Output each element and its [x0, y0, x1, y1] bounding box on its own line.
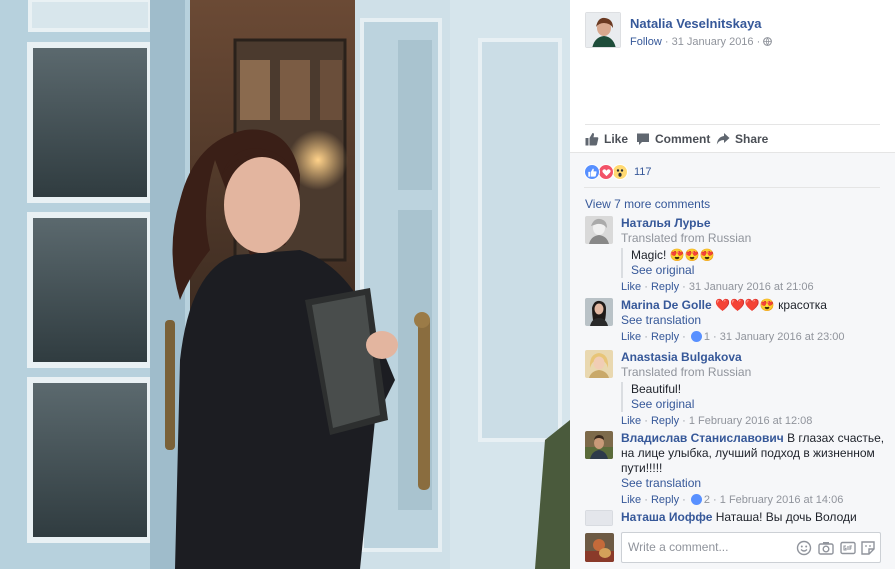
- see-translation-link[interactable]: See translation: [621, 313, 885, 328]
- reactions-summary[interactable]: 117: [584, 163, 652, 181]
- post-meta: Follow · 31 January 2016 ·: [630, 36, 773, 48]
- translated-quote: Magic! 😍😍😍 See original: [621, 248, 885, 278]
- meta-separator: ·: [664, 36, 672, 48]
- commenter-avatar[interactable]: [585, 298, 613, 326]
- comment-input[interactable]: [628, 540, 788, 554]
- comment-like-link[interactable]: Like: [621, 415, 641, 427]
- comment-reply-link[interactable]: Reply: [651, 331, 679, 343]
- see-translation-link[interactable]: See translation: [621, 476, 885, 491]
- post-photo[interactable]: [0, 0, 570, 569]
- gif-icon[interactable]: [840, 540, 856, 556]
- reactions-count[interactable]: 117: [634, 166, 652, 178]
- post-sidebar: Natalia Veselnitskaya Follow · 31 Januar…: [570, 0, 895, 569]
- like-count-icon: [690, 331, 702, 342]
- post-header: Natalia Veselnitskaya Follow · 31 Januar…: [585, 12, 885, 52]
- emoji-icon[interactable]: [796, 540, 812, 556]
- photo-image: [0, 0, 570, 569]
- comment-date[interactable]: 31 January 2016 at 23:00: [720, 331, 845, 343]
- comment-body: Владислав Станиславович В глазах счастье…: [621, 431, 885, 508]
- comment-label: Comment: [655, 132, 711, 146]
- comment-reply-link[interactable]: Reply: [651, 281, 679, 293]
- comment-body: Наталья Лурье Translated from Russian Ma…: [621, 216, 885, 295]
- see-original-link[interactable]: See original: [631, 397, 885, 412]
- commenter-name[interactable]: Наталья Лурье: [621, 216, 711, 230]
- translated-note: Translated from Russian: [621, 231, 752, 245]
- comment-body: Anastasia Bulgakova Translated from Russ…: [621, 350, 885, 429]
- comment-footer: Like · Reply · 1 · 31 January 2016 at 23…: [621, 331, 845, 343]
- share-button[interactable]: Share: [716, 132, 768, 146]
- share-icon: [716, 133, 730, 145]
- commenter-name[interactable]: Наташа Иоффе: [621, 510, 712, 524]
- commenter-avatar[interactable]: [585, 510, 613, 526]
- commenter-avatar[interactable]: [585, 216, 613, 244]
- comment-footer: Like · Reply · 2 · 1 February 2016 at 14…: [621, 494, 844, 506]
- like-label: Like: [604, 132, 629, 146]
- share-label: Share: [735, 132, 769, 146]
- comment-text: Magic! 😍😍😍: [631, 248, 715, 262]
- comment-reply-link[interactable]: Reply: [651, 415, 679, 427]
- comment-date[interactable]: 31 January 2016 at 21:06: [689, 281, 814, 293]
- like-reaction-icon: [584, 164, 600, 180]
- comment-body: Наташа Иоффе Наташа! Вы дочь Володи: [621, 510, 885, 525]
- comment-icon: [637, 133, 649, 145]
- like-count-icon: [690, 494, 702, 505]
- translated-quote: Beautiful! See original: [621, 382, 885, 412]
- thumbs-up-icon: [585, 132, 599, 146]
- love-reaction-icon: [598, 164, 614, 180]
- commenter-name[interactable]: Владислав Станиславович: [621, 431, 784, 445]
- comment-like-link[interactable]: Like: [621, 331, 641, 343]
- view-more-comments-link[interactable]: View 7 more comments: [585, 197, 710, 211]
- comment-body: Marina De Golle ❤️❤️❤️😍 красотка See tra…: [621, 298, 885, 345]
- comments-section: 117 View 7 more comments Наталья Лурье T…: [570, 152, 895, 569]
- comment-date[interactable]: 1 February 2016 at 12:08: [689, 415, 813, 427]
- wow-reaction-icon: [612, 164, 628, 180]
- comment-text: Beautiful!: [631, 382, 682, 396]
- comment-input-box[interactable]: [621, 532, 881, 563]
- post-actions-bar: Like Comment Share: [585, 124, 880, 154]
- see-original-link[interactable]: See original: [631, 263, 885, 278]
- comment-like-link[interactable]: Like: [621, 494, 641, 506]
- comment-like-link[interactable]: Like: [621, 281, 641, 293]
- author-avatar[interactable]: [585, 12, 621, 48]
- globe-icon: [763, 37, 773, 46]
- follow-link[interactable]: Follow: [630, 36, 662, 48]
- commenter-name[interactable]: Marina De Golle: [621, 298, 712, 312]
- comment-footer: Like · Reply · 31 January 2016 at 21:06: [621, 281, 814, 293]
- translated-note: Translated from Russian: [621, 365, 752, 379]
- comment-text: Наташа! Вы дочь Володи: [715, 510, 857, 524]
- commenter-avatar[interactable]: [585, 350, 613, 378]
- comment-text: ❤️❤️❤️😍 красотка: [715, 298, 827, 312]
- comment-footer: Like · Reply · 1 February 2016 at 12:08: [621, 415, 813, 427]
- like-button[interactable]: Like: [585, 132, 628, 146]
- meta-separator: ·: [756, 36, 764, 48]
- comment-button[interactable]: Comment: [636, 132, 710, 146]
- commenter-avatar[interactable]: [585, 431, 613, 459]
- post-date[interactable]: 31 January 2016: [672, 36, 754, 48]
- comment-date[interactable]: 1 February 2016 at 14:06: [720, 494, 844, 506]
- commenter-name[interactable]: Anastasia Bulgakova: [621, 350, 742, 364]
- current-user-avatar: [585, 533, 614, 562]
- author-name[interactable]: Natalia Veselnitskaya: [630, 16, 762, 31]
- comment-reply-link[interactable]: Reply: [651, 494, 679, 506]
- sticker-icon[interactable]: [860, 540, 876, 556]
- camera-icon[interactable]: [818, 540, 834, 556]
- comment-composer: [585, 532, 890, 565]
- divider: [584, 187, 880, 188]
